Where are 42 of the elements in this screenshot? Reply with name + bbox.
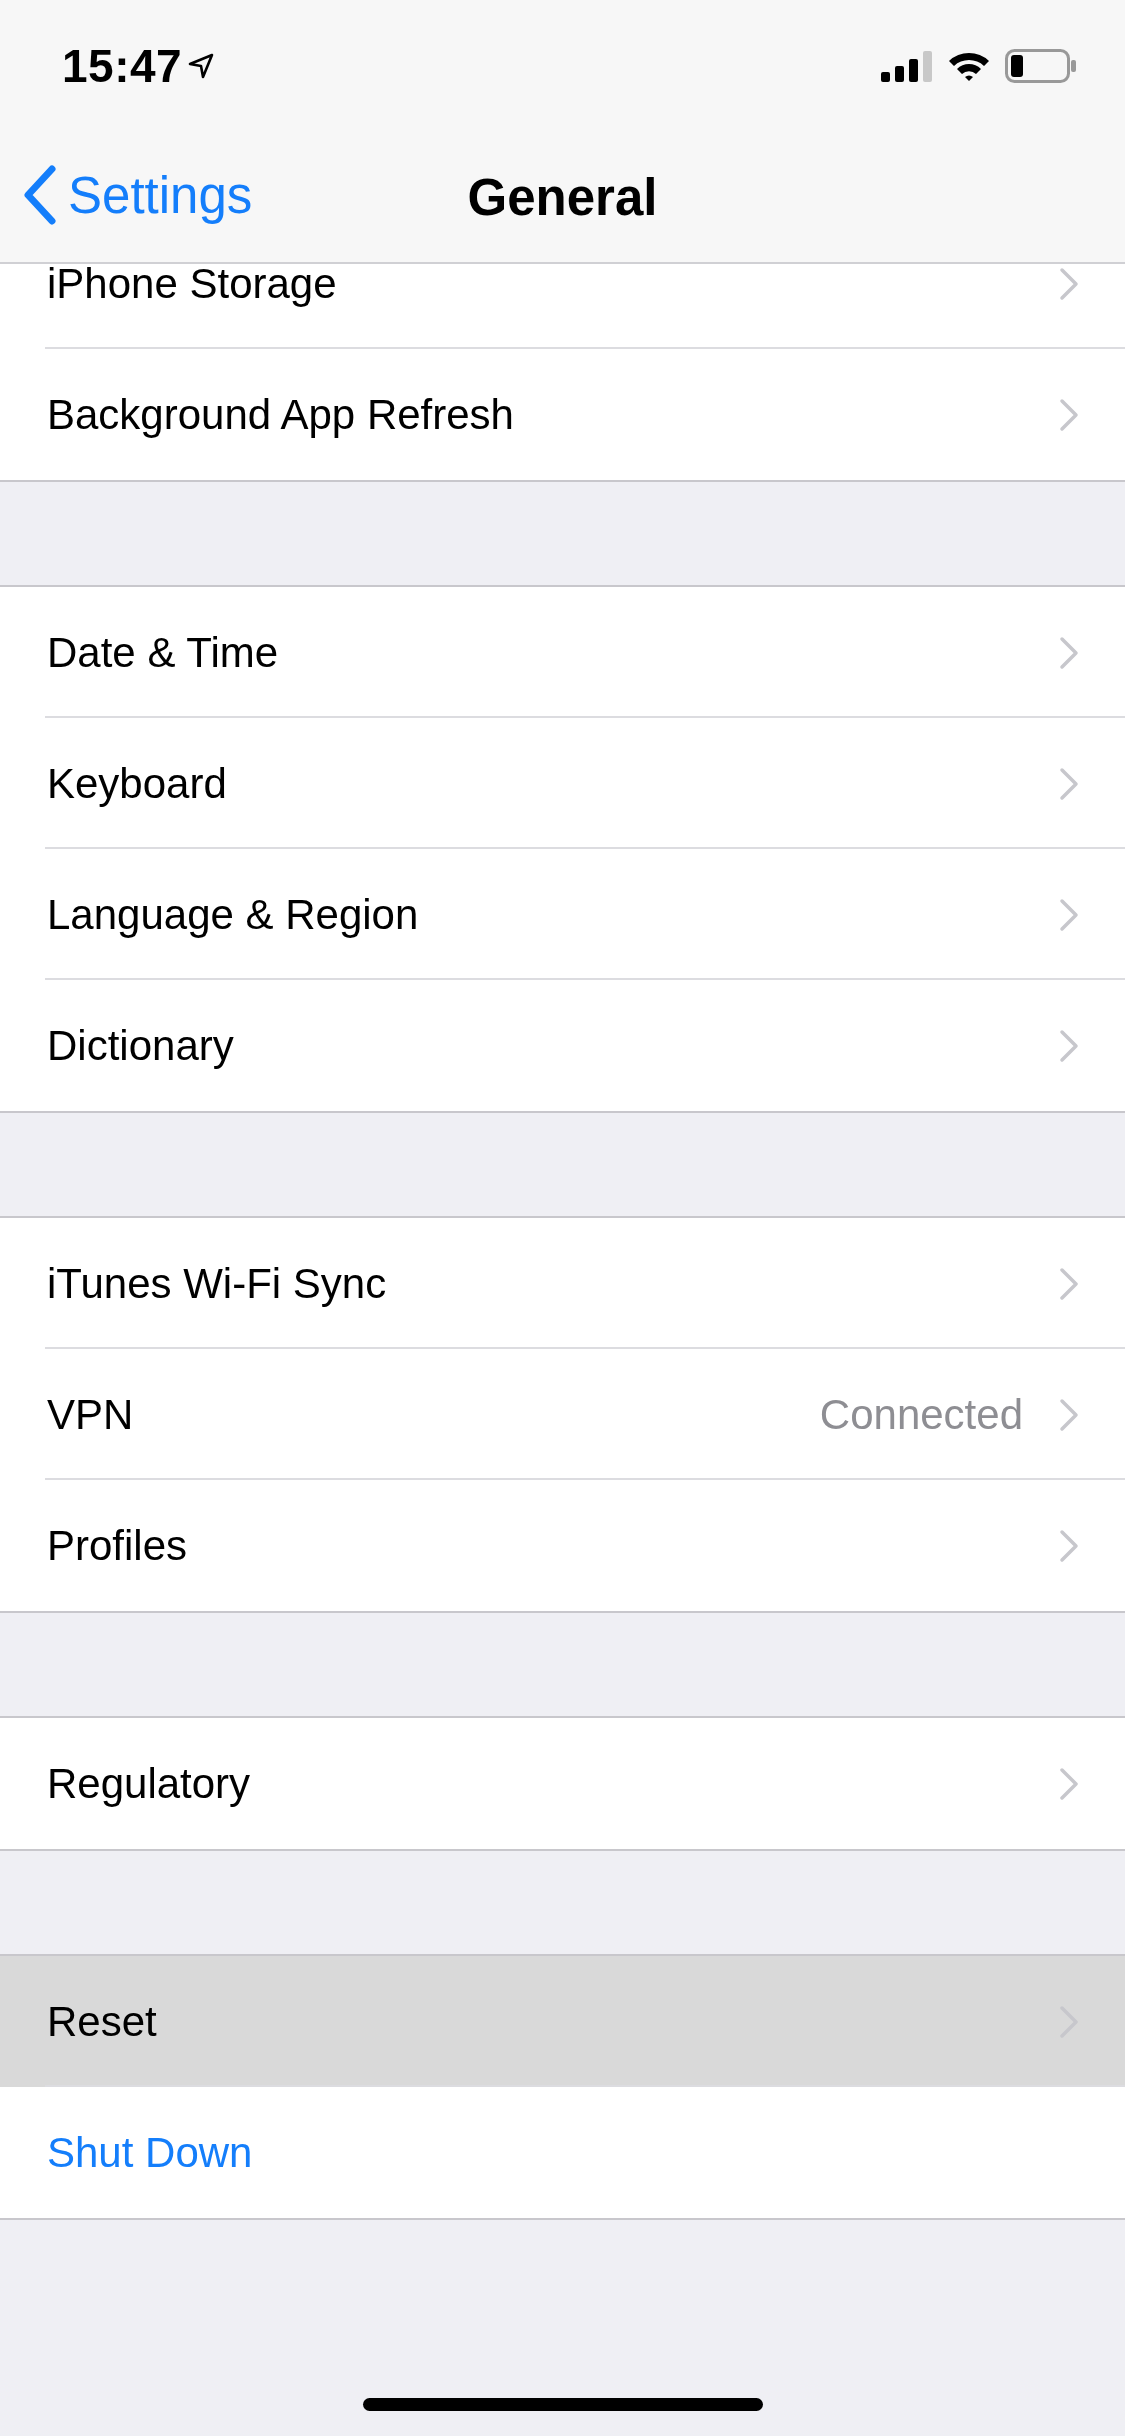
location-arrow-icon xyxy=(188,53,215,79)
settings-row[interactable]: Profiles xyxy=(0,1480,1125,1611)
settings-row[interactable]: Reset xyxy=(0,1956,1125,2087)
back-button[interactable]: Settings xyxy=(22,165,253,225)
battery-icon xyxy=(1005,49,1077,83)
row-label: Reset xyxy=(47,1997,157,2046)
row-label: Background App Refresh xyxy=(47,390,514,439)
row-label: iPhone Storage xyxy=(47,264,337,308)
chevron-icon xyxy=(1059,1397,1079,1432)
settings-row[interactable]: Dictionary xyxy=(0,980,1125,1111)
nav-title: General xyxy=(467,167,658,227)
back-chevron-icon xyxy=(22,165,56,225)
row-value: Connected xyxy=(819,1390,1023,1439)
settings-row[interactable]: Shut Down xyxy=(0,2087,1125,2218)
settings-row[interactable]: iPhone Storage xyxy=(0,264,1125,349)
row-label: Shut Down xyxy=(47,2128,253,2177)
row-label: iTunes Wi-Fi Sync xyxy=(47,1259,387,1308)
signal-icon xyxy=(881,50,933,82)
settings-row[interactable]: Language & Region xyxy=(0,849,1125,980)
settings-row[interactable]: iTunes Wi-Fi Sync xyxy=(0,1218,1125,1349)
row-label: Date & Time xyxy=(47,628,279,677)
chevron-icon xyxy=(1059,766,1079,801)
settings-row[interactable]: Background App Refresh xyxy=(0,349,1125,480)
chevron-icon xyxy=(1059,1528,1079,1563)
row-label: Keyboard xyxy=(47,759,227,808)
chevron-icon xyxy=(1059,1028,1079,1063)
settings-row[interactable]: Regulatory xyxy=(0,1718,1125,1849)
chevron-icon xyxy=(1059,397,1079,432)
settings-row[interactable]: Date & Time xyxy=(0,587,1125,718)
chevron-icon xyxy=(1059,1766,1079,1801)
status-time: 15:47 xyxy=(62,39,183,93)
chevron-icon xyxy=(1059,897,1079,932)
wifi-icon xyxy=(947,50,991,82)
settings-row[interactable]: Keyboard xyxy=(0,718,1125,849)
settings-row[interactable]: VPN Connected xyxy=(0,1349,1125,1480)
row-label: VPN xyxy=(47,1390,134,1439)
chevron-icon xyxy=(1059,635,1079,670)
row-label: Regulatory xyxy=(47,1759,251,1808)
chevron-icon xyxy=(1059,1266,1079,1301)
row-label: Profiles xyxy=(47,1521,188,1570)
row-label: Language & Region xyxy=(47,890,419,939)
row-label: Dictionary xyxy=(47,1021,234,1070)
